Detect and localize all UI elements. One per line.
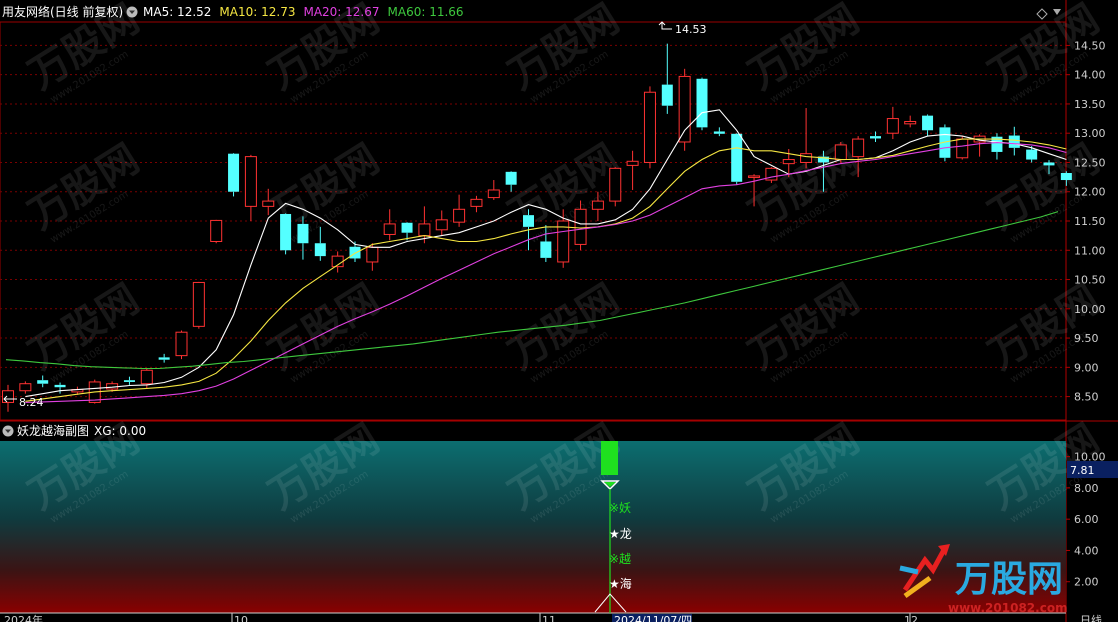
candle <box>280 213 292 255</box>
y-tick-label: 10.00 <box>1074 303 1106 316</box>
brand-url: www.201082.com <box>948 601 1068 615</box>
candle <box>643 86 656 169</box>
x-label-oct: 10 <box>234 614 248 622</box>
y-tick-label: 9.00 <box>1074 361 1099 374</box>
candle <box>175 330 188 360</box>
subchart-title: 妖龙越海副图 <box>17 423 89 438</box>
candle <box>210 219 223 244</box>
y-tick-label: 10.50 <box>1074 274 1106 287</box>
y-tick-label: 8.50 <box>1074 391 1099 404</box>
ma-dropdown-icon[interactable] <box>126 6 138 18</box>
signal-label-yao: ※妖 <box>609 501 631 515</box>
ma-legend-item: MA10: 12.73 <box>219 5 295 19</box>
candle <box>678 68 691 151</box>
signal-label-long: ★龙 <box>609 527 632 541</box>
ma-legend-item: MA5: 12.52 <box>143 5 211 19</box>
sub-y-tick-label: 6.00 <box>1074 513 1099 526</box>
y-tick-label: 14.50 <box>1074 39 1106 52</box>
subchart-value-tag-text: 7.81 <box>1070 464 1095 477</box>
sub-y-tick-label: 8.00 <box>1074 482 1099 495</box>
candle <box>192 281 205 329</box>
signal-bar <box>601 441 618 475</box>
candle <box>228 153 240 197</box>
chart-title: 用友网络(日线 前复权) <box>2 4 123 19</box>
diamond-icon[interactable] <box>1036 8 1048 20</box>
candle <box>609 167 622 207</box>
ma-legend-item: MA60: 11.66 <box>388 5 464 19</box>
x-label-period: 日线 <box>1080 613 1102 622</box>
candle <box>696 77 708 131</box>
ma-legend-item: MA20: 12.67 <box>303 5 379 19</box>
svg-text:14.53: 14.53 <box>675 23 707 36</box>
x-label-nov: 11 <box>542 614 556 622</box>
subchart-dropdown-icon[interactable] <box>2 425 14 437</box>
candle <box>731 133 743 185</box>
sub-y-tick-label: 4.00 <box>1074 544 1099 557</box>
y-tick-label: 13.50 <box>1074 98 1106 111</box>
y-tick-label: 12.00 <box>1074 186 1106 199</box>
x-label-dec: 12 <box>904 614 918 622</box>
signal-label-yue: ※越 <box>609 552 631 566</box>
y-tick-label: 13.00 <box>1074 127 1106 140</box>
xg-value: XG: 0.00 <box>94 424 146 438</box>
sub-y-tick-label: 2.00 <box>1074 576 1099 589</box>
x-axis: 2024年 10 11 2024/11/07/四 12 日线 <box>4 613 1102 622</box>
svg-text:8.24: 8.24 <box>19 396 44 409</box>
y-tick-label: 9.50 <box>1074 332 1099 345</box>
stock-chart: 万股网www.201082.com 万股网www.201082.com 万股网www… <box>0 0 1118 622</box>
y-tick-label: 11.50 <box>1074 215 1106 228</box>
y-tick-label: 11.00 <box>1074 244 1106 257</box>
y-tick-label: 14.00 <box>1074 69 1106 82</box>
signal-label-hai: ★海 <box>609 576 632 591</box>
ma-legend: MA5: 12.52 MA10: 12.73 MA20: 12.67 MA60: 11… <box>143 5 464 19</box>
x-label-cursor-date: 2024/11/07/四 <box>614 614 692 622</box>
brand-text: 万股网 <box>955 559 1063 600</box>
x-label-year: 2024年 <box>4 613 43 622</box>
y-tick-label: 12.50 <box>1074 156 1106 169</box>
